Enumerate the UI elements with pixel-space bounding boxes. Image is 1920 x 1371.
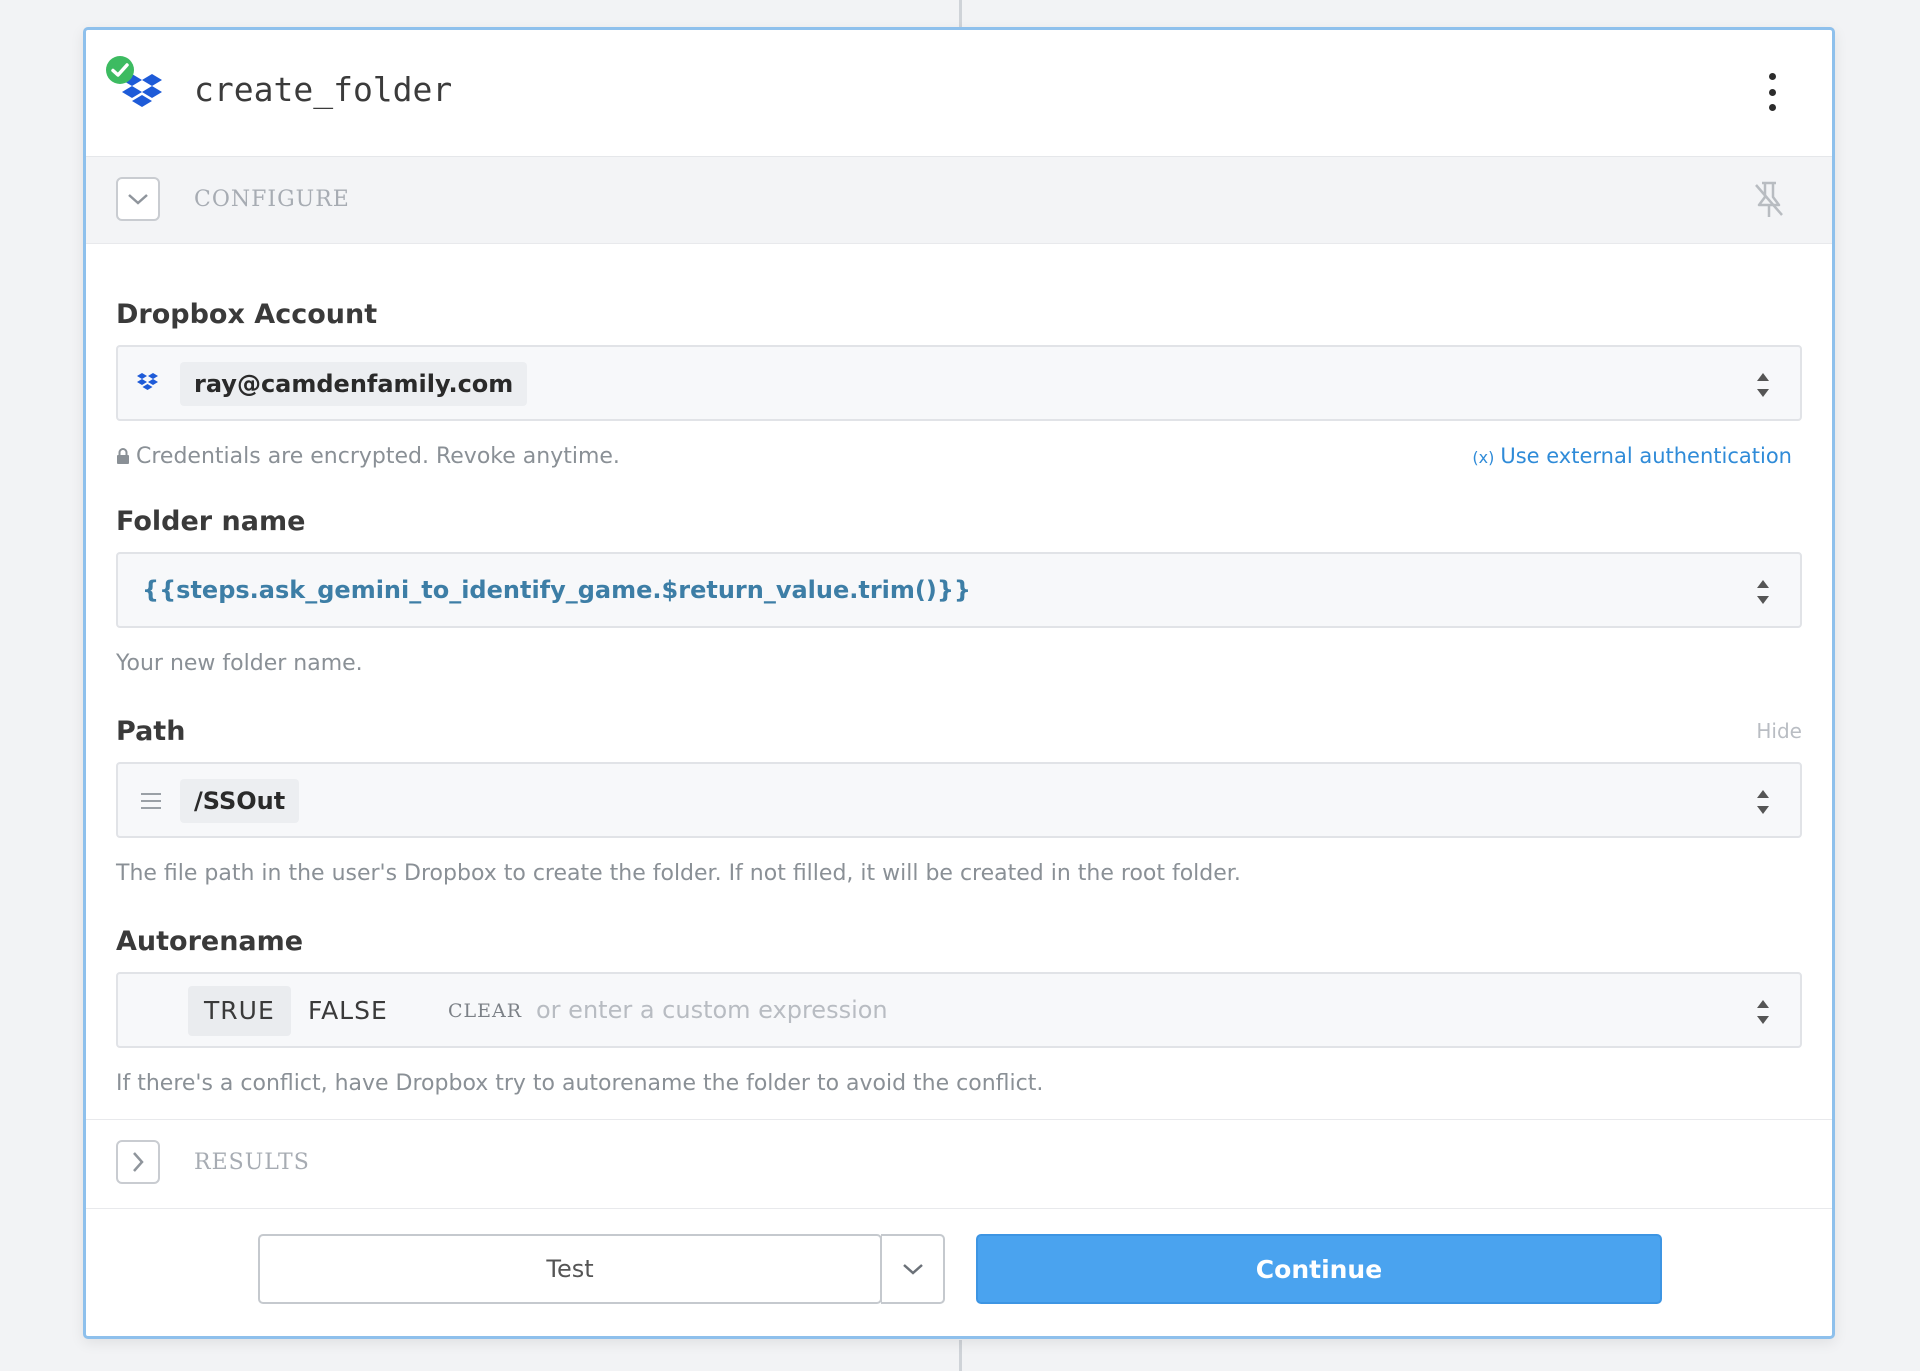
path-input[interactable]: /SSOut — [116, 762, 1802, 838]
step-title[interactable]: create_folder — [194, 70, 452, 109]
test-button[interactable]: Test — [258, 1234, 882, 1304]
test-options-dropdown[interactable] — [881, 1234, 945, 1304]
flow-connector-top — [959, 0, 962, 27]
external-auth-link[interactable]: (x) Use external authentication — [1472, 444, 1792, 468]
autorename-hint: If there's a conflict, have Dropbox try … — [116, 1071, 1044, 1096]
dropbox-app-icon — [106, 56, 170, 120]
credentials-note: Credentials are encrypted. Revoke anytim… — [116, 444, 620, 469]
autorename-label: Autorename — [116, 926, 304, 957]
account-select[interactable]: ray@camdenfamily.com — [116, 345, 1802, 421]
chevron-down-icon — [902, 1264, 923, 1275]
path-hide-link[interactable]: Hide — [1756, 719, 1802, 743]
autorename-custom-expression[interactable]: or enter a custom expression — [536, 996, 888, 1024]
autorename-true-option[interactable]: TRUE — [188, 986, 291, 1036]
chevron-down-icon[interactable] — [116, 177, 160, 221]
pin-icon[interactable] — [1750, 179, 1788, 221]
chevron-right-icon[interactable] — [116, 1140, 160, 1184]
configure-label: CONFIGURE — [194, 187, 350, 212]
account-value-chip: ray@camdenfamily.com — [180, 362, 528, 406]
folder-name-hint: Your new folder name. — [116, 651, 363, 676]
path-hint: The file path in the user's Dropbox to c… — [116, 861, 1241, 886]
flow-connector-bottom — [959, 1340, 962, 1371]
results-label: RESULTS — [194, 1150, 310, 1175]
kebab-menu-icon[interactable] — [1760, 73, 1784, 111]
account-label: Dropbox Account — [116, 299, 378, 330]
dropbox-icon — [137, 373, 158, 390]
autorename-input[interactable]: TRUE FALSE CLEAR or enter a custom expre… — [116, 972, 1802, 1048]
path-label: Path — [116, 716, 186, 747]
step-header: create_folder — [86, 30, 1832, 157]
check-circle-icon — [106, 56, 134, 84]
select-arrows-icon[interactable] — [1754, 576, 1772, 608]
select-arrows-icon[interactable] — [1754, 996, 1772, 1028]
results-section-header[interactable]: RESULTS — [86, 1119, 1832, 1209]
select-arrows-icon[interactable] — [1754, 369, 1772, 401]
list-icon — [141, 793, 161, 809]
folder-name-input[interactable]: {{steps.ask_gemini_to_identify_game.$ret… — [116, 552, 1802, 628]
step-footer: Test Continue — [86, 1208, 1832, 1336]
folder-name-label: Folder name — [116, 506, 306, 537]
folder-name-expression: {{steps.ask_gemini_to_identify_game.$ret… — [142, 576, 972, 604]
continue-button[interactable]: Continue — [976, 1234, 1662, 1304]
autorename-false-option[interactable]: FALSE — [292, 986, 404, 1036]
lock-icon — [117, 448, 129, 464]
step-card: create_folder CONFIGURE Dropbox Account — [83, 27, 1835, 1339]
configure-section-header[interactable]: CONFIGURE — [86, 157, 1832, 244]
select-arrows-icon[interactable] — [1754, 786, 1772, 818]
path-value-chip: /SSOut — [180, 779, 300, 823]
autorename-clear-button[interactable]: CLEAR — [448, 1000, 522, 1022]
